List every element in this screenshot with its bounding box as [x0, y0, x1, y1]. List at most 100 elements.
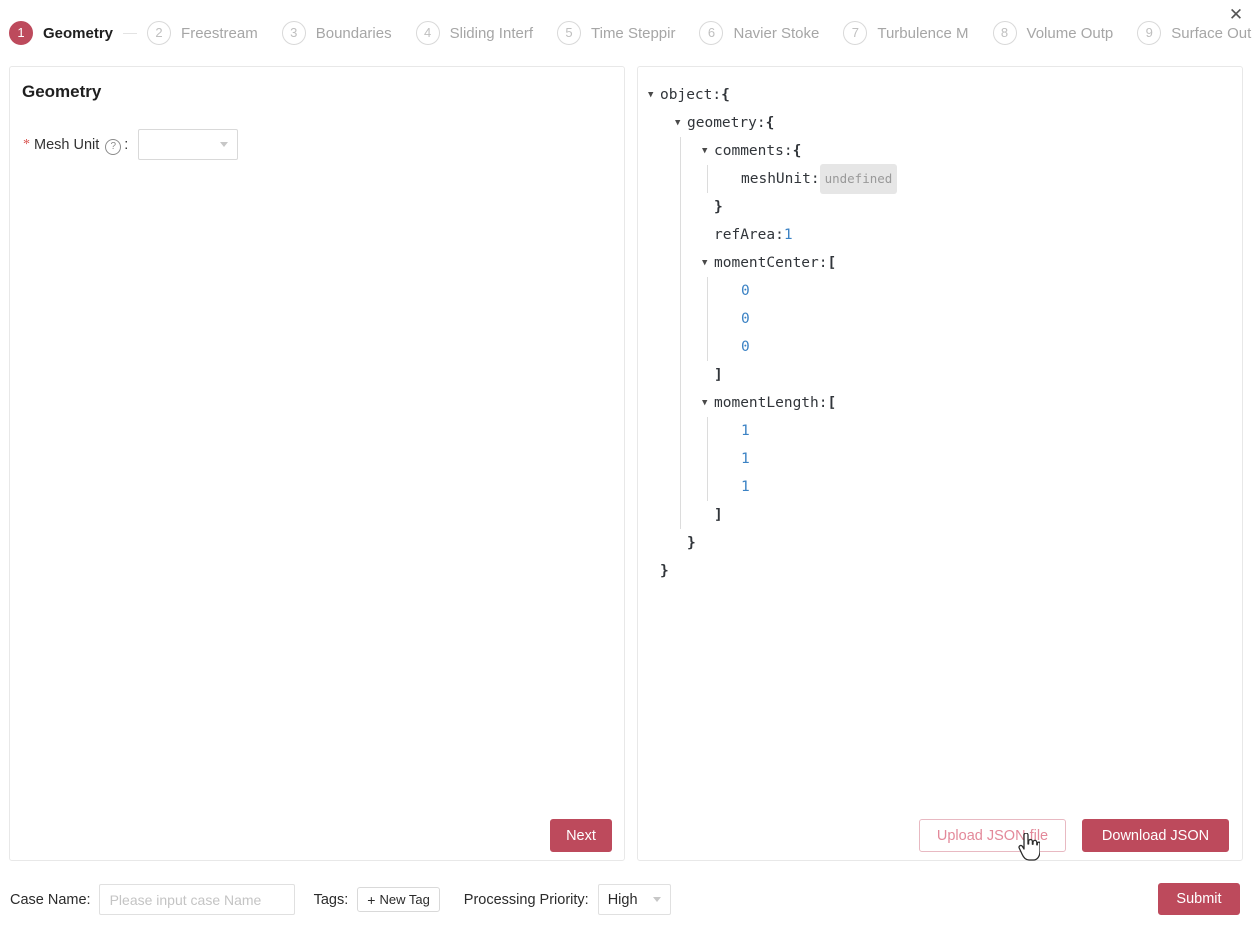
step-label: Volume Outp: [1026, 24, 1114, 42]
step-label: Sliding Interf: [449, 24, 533, 42]
json-separator: :: [818, 255, 828, 271]
step-number-badge: 2: [147, 21, 172, 45]
indent-guide: [648, 249, 675, 277]
indent-guide: [675, 389, 702, 417]
download-json-button[interactable]: Download JSON: [1082, 819, 1229, 852]
priority-selected-value: High: [607, 891, 638, 908]
json-tree-row: }: [648, 557, 1234, 585]
collapse-triangle-icon[interactable]: ▼: [702, 137, 714, 165]
collapse-triangle-icon[interactable]: ▼: [702, 249, 714, 277]
json-tree-row: ▼ momentLength : [: [648, 389, 1234, 417]
indent-guide: [675, 361, 702, 389]
step-item-sliding-interf[interactable]: 4 Sliding Interf: [415, 21, 533, 45]
json-separator: :: [775, 227, 784, 243]
indent-guide: [648, 529, 675, 557]
indent-guide: [648, 501, 675, 529]
indent-guide: [675, 445, 702, 473]
page-title: Geometry: [22, 82, 102, 101]
indent-guides: [648, 473, 729, 501]
json-value: 1: [783, 227, 793, 243]
step-item-volume-outp[interactable]: 8 Volume Outp: [992, 21, 1114, 45]
collapse-triangle-icon[interactable]: ▼: [648, 81, 660, 109]
processing-priority-select[interactable]: High: [597, 884, 671, 915]
json-tree-row: 0: [648, 333, 1234, 361]
json-bracket: ]: [714, 507, 723, 523]
plus-icon: +: [367, 891, 376, 908]
json-tree-row: ▼ object : {: [648, 81, 1234, 109]
collapse-triangle-icon[interactable]: ▼: [675, 109, 687, 137]
json-key: object: [660, 87, 713, 103]
json-tree-row: ▼ geometry : {: [648, 109, 1234, 137]
help-icon[interactable]: ?: [105, 138, 122, 155]
indent-guide: [702, 445, 729, 473]
mesh-unit-select[interactable]: [138, 129, 239, 160]
json-bracket: }: [687, 535, 696, 551]
mesh-unit-colon: :: [124, 136, 129, 153]
json-bracket: [: [827, 255, 837, 271]
bottom-action-bar: Case Name: Tags: + New Tag Processing Pr…: [0, 873, 1252, 926]
json-value: 1: [741, 451, 750, 467]
step-label: Freestream: [181, 24, 258, 42]
step-item-surface-output[interactable]: 9 Surface Output: [1137, 21, 1252, 45]
json-tree-row: }: [648, 529, 1234, 557]
processing-priority-label: Processing Priority:: [463, 891, 589, 908]
upload-json-button[interactable]: Upload JSON file: [919, 819, 1066, 852]
indent-guide: [675, 277, 702, 305]
mesh-unit-label: Mesh Unit: [34, 136, 100, 153]
json-key: comments: [714, 143, 784, 159]
step-label: Geometry: [43, 24, 114, 42]
required-indicator: *: [23, 136, 30, 152]
indent-guide: [675, 501, 702, 529]
json-tree-row: ▼ comments : {: [648, 137, 1234, 165]
indent-guides: [648, 165, 729, 193]
indent-guide: [702, 305, 729, 333]
indent-guides: [648, 109, 675, 137]
step-number-badge: 9: [1137, 21, 1162, 45]
step-label: Turbulence M: [877, 24, 969, 42]
step-item-time-steppir[interactable]: 5 Time Steppir: [557, 21, 675, 45]
indent-guides: [648, 193, 702, 221]
step-item-geometry[interactable]: 1 Geometry: [9, 21, 113, 45]
json-tree-row: ]: [648, 501, 1234, 529]
step-number-badge: 6: [699, 21, 724, 45]
step-connector: [123, 32, 138, 34]
indent-guide: [648, 305, 675, 333]
case-name-input[interactable]: [98, 884, 295, 915]
step-item-boundaries[interactable]: 3 Boundaries: [281, 21, 392, 45]
step-label: Time Steppir: [591, 24, 676, 42]
json-separator: :: [756, 115, 766, 131]
json-bracket: ]: [714, 367, 723, 383]
indent-guide: [648, 165, 675, 193]
collapse-triangle-icon[interactable]: ▼: [702, 389, 714, 417]
geometry-form-panel: Geometry * Mesh Unit ? : Next: [9, 66, 625, 861]
step-navigation: 1 Geometry 2 Freestream 3 Boundaries 4 Sliding …: [0, 0, 1252, 66]
new-tag-button[interactable]: + New Tag: [357, 887, 440, 912]
step-item-turbulence-m[interactable]: 7 Turbulence M: [843, 21, 969, 45]
json-separator: :: [810, 171, 820, 187]
json-bracket: {: [721, 87, 730, 103]
indent-guides: [648, 137, 702, 165]
indent-guide: [675, 473, 702, 501]
indent-guide: [648, 361, 675, 389]
json-separator: :: [712, 87, 722, 103]
indent-guide: [648, 445, 675, 473]
json-bracket: }: [660, 563, 669, 579]
json-tree-row: refArea : 1: [648, 221, 1234, 249]
indent-guides: [648, 361, 702, 389]
json-key: meshUnit: [741, 171, 811, 187]
step-label: Surface Output: [1171, 24, 1252, 42]
step-item-freestream[interactable]: 2 Freestream: [147, 21, 258, 45]
json-value: 0: [741, 311, 750, 327]
mesh-unit-field-row: * Mesh Unit ? :: [23, 129, 239, 160]
indent-guides: [648, 501, 702, 529]
indent-guides: [648, 277, 729, 305]
json-key: momentLength: [714, 395, 819, 411]
next-button[interactable]: Next: [550, 819, 612, 852]
submit-button[interactable]: Submit: [1158, 883, 1240, 915]
indent-guides: [648, 249, 702, 277]
json-tree-row: ▼ momentCenter : [: [648, 249, 1234, 277]
step-label: Navier Stoke: [733, 24, 820, 42]
indent-guide: [702, 417, 729, 445]
indent-guides: [648, 221, 702, 249]
step-item-navier-stoke[interactable]: 6 Navier Stoke: [699, 21, 819, 45]
